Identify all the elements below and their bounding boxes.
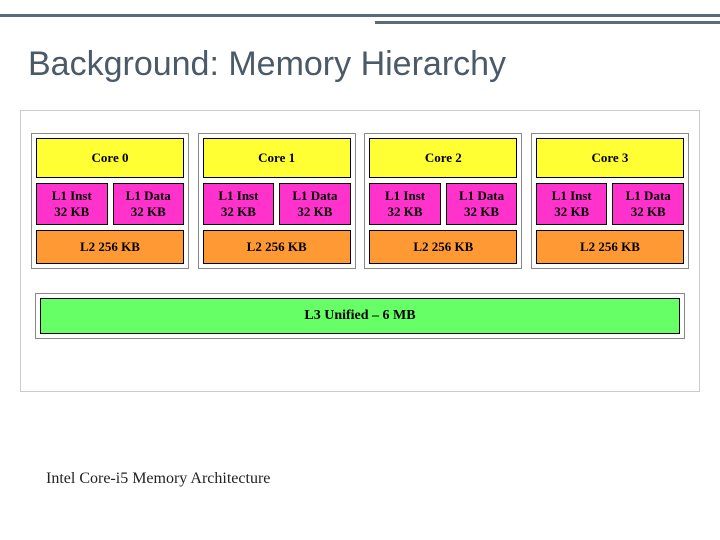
- rule-short: [375, 21, 720, 24]
- core-column-1: Core 1 L1 Inst32 KB L1 Data32 KB L2 256 …: [198, 133, 356, 269]
- core-1-block: Core 1: [203, 138, 351, 178]
- slide-title: Background: Memory Hierarchy: [28, 45, 506, 84]
- core-3-l1-inst: L1 Inst32 KB: [536, 183, 608, 225]
- core-column-0: Core 0 L1 Inst32 KB L1 Data32 KB L2 256 …: [31, 133, 189, 269]
- l3-container: L3 Unified – 6 MB: [35, 293, 685, 339]
- l3-unified-block: L3 Unified – 6 MB: [40, 298, 680, 334]
- core-0-l1-row: L1 Inst32 KB L1 Data32 KB: [36, 183, 184, 225]
- memory-hierarchy-diagram: Core 0 L1 Inst32 KB L1 Data32 KB L2 256 …: [20, 110, 700, 392]
- rule-long: [0, 14, 720, 17]
- core-column-2: Core 2 L1 Inst32 KB L1 Data32 KB L2 256 …: [364, 133, 522, 269]
- core-1-l2: L2 256 KB: [203, 230, 351, 264]
- slide-header-rule: [0, 0, 720, 30]
- core-2-l1-data: L1 Data32 KB: [446, 183, 518, 225]
- core-2-block: Core 2: [369, 138, 517, 178]
- core-2-l1-inst: L1 Inst32 KB: [369, 183, 441, 225]
- core-3-l1-row: L1 Inst32 KB L1 Data32 KB: [536, 183, 684, 225]
- core-3-l2: L2 256 KB: [536, 230, 684, 264]
- core-0-l2: L2 256 KB: [36, 230, 184, 264]
- cores-row: Core 0 L1 Inst32 KB L1 Data32 KB L2 256 …: [31, 133, 689, 269]
- core-1-l1-row: L1 Inst32 KB L1 Data32 KB: [203, 183, 351, 225]
- core-2-l1-row: L1 Inst32 KB L1 Data32 KB: [369, 183, 517, 225]
- core-0-l1-inst: L1 Inst32 KB: [36, 183, 108, 225]
- core-3-l1-data: L1 Data32 KB: [612, 183, 684, 225]
- diagram-caption: Intel Core-i5 Memory Architecture: [46, 470, 270, 488]
- core-3-block: Core 3: [536, 138, 684, 178]
- core-1-l1-data: L1 Data32 KB: [279, 183, 351, 225]
- core-0-l1-data: L1 Data32 KB: [113, 183, 185, 225]
- core-2-l2: L2 256 KB: [369, 230, 517, 264]
- core-0-block: Core 0: [36, 138, 184, 178]
- core-column-3: Core 3 L1 Inst32 KB L1 Data32 KB L2 256 …: [531, 133, 689, 269]
- core-1-l1-inst: L1 Inst32 KB: [203, 183, 275, 225]
